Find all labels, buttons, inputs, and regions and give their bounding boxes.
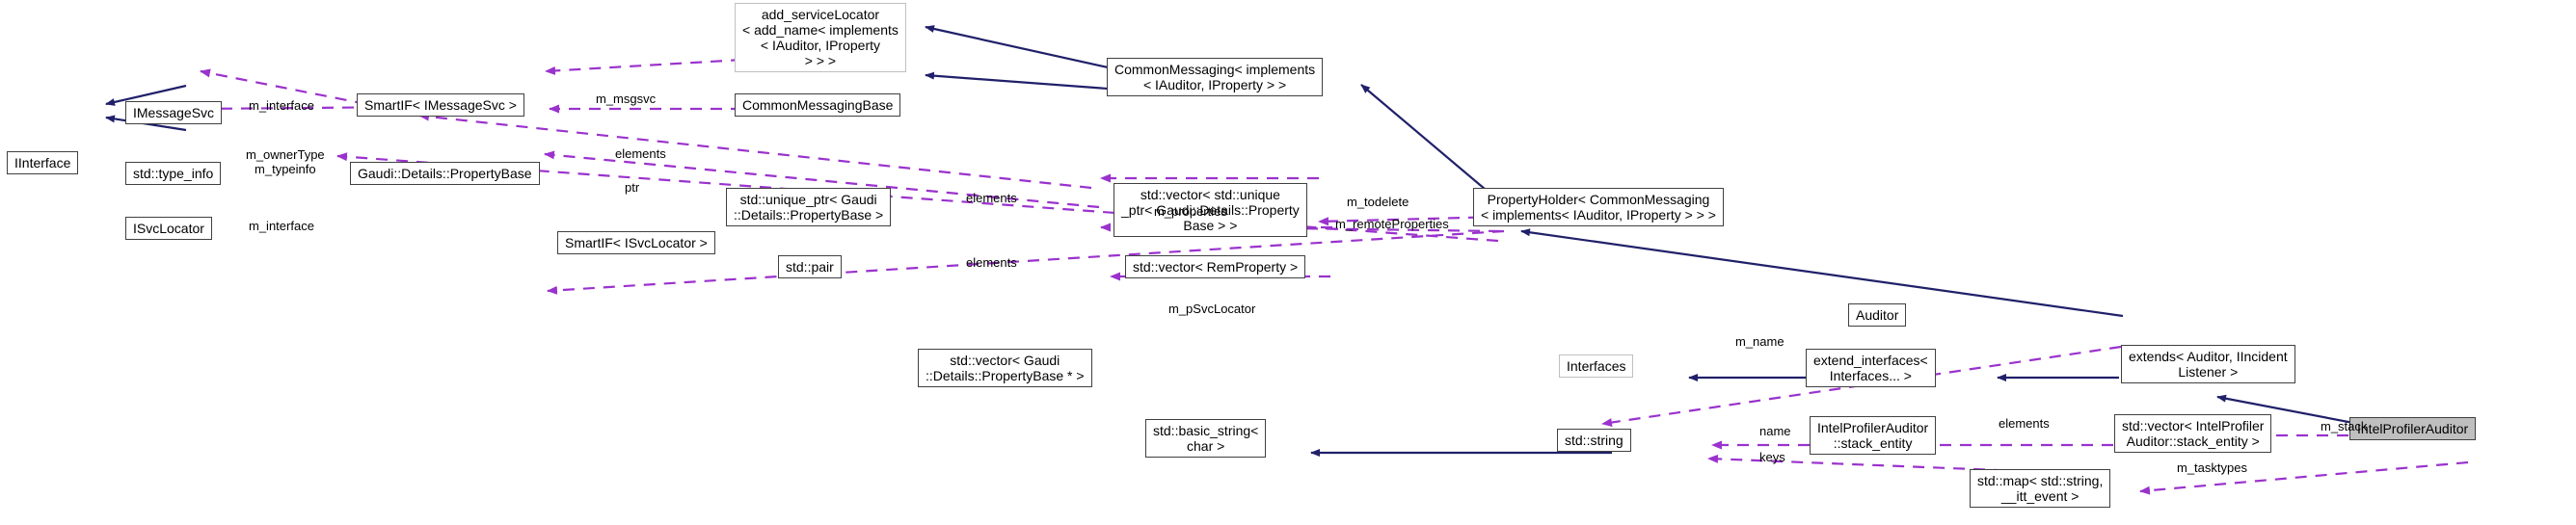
class-node-add_servicelocator[interactable]: add_serviceLocator < add_name< implement… [735, 3, 906, 72]
edge-label-l_m_interface_2: m_interface [249, 219, 314, 233]
collaboration-diagram: IInterface IMessageSvcstd::type_infoISvcL… [0, 0, 2576, 525]
class-node-stdstring[interactable]: std::string [1557, 429, 1631, 452]
class-node-propertyholder[interactable]: PropertyHolder< CommonMessaging < implem… [1473, 188, 1724, 226]
class-node-stduniqueptr_propbase[interactable]: std::unique_ptr< Gaudi ::Details::Proper… [726, 188, 892, 226]
edge-label-l_m_interface_1: m_interface [249, 98, 314, 113]
class-node-stdtypeinfo[interactable]: std::type_info [125, 162, 222, 185]
edge-label-l_m_stack: m_stack [2321, 419, 2368, 433]
edge-label-l_name: name [1759, 424, 1791, 438]
edge-label-l_m_psvclocator: m_pSvcLocator [1168, 302, 1256, 316]
edge-label-l_m_remoteprops: m_remoteProperties [1335, 217, 1449, 231]
class-node-isvclocator[interactable]: ISvcLocator [125, 217, 212, 240]
edge-label-l_keys: keys [1759, 450, 1785, 464]
class-node-stdvector_remproperty[interactable]: std::vector< RemProperty > [1125, 255, 1306, 278]
class-node-smartif_imsgsvc[interactable]: SmartIF< IMessageSvc > [357, 93, 524, 117]
edge-label-l_m_name: m_name [1735, 334, 1784, 349]
class-node-interfaces[interactable]: Interfaces [1559, 354, 1634, 378]
edge-label-l_elements_3: elements [966, 255, 1017, 270]
class-node-commonmessagingbase[interactable]: CommonMessagingBase [735, 93, 901, 117]
edge-label-l_m_msgsvc: m_msgsvc [596, 92, 657, 106]
edge-label-l_ptr: ptr [625, 180, 640, 195]
class-node-iinterface[interactable]: IInterface [7, 151, 79, 174]
edge-label-l_m_ownertype: m_ownerType m_typeinfo [246, 147, 325, 176]
edge-label-l_elements_1: elements [615, 146, 666, 161]
edge-label-l_m_tasktypes: m_tasktypes [2177, 460, 2247, 475]
class-node-smartif_isvcloc[interactable]: SmartIF< ISvcLocator > [557, 231, 715, 254]
class-node-imessagesvc[interactable]: IMessageSvc [125, 101, 223, 124]
edge-label-l_m_todelete: m_todelete [1347, 195, 1409, 209]
class-node-commonmessaging[interactable]: CommonMessaging< implements < IAuditor, … [1107, 58, 1324, 96]
class-node-stdpair[interactable]: std::pair [778, 255, 842, 278]
class-node-extend_interfaces[interactable]: extend_interfaces< Interfaces... > [1806, 349, 1936, 387]
edge-label-l_elements_4: elements [1999, 416, 2050, 431]
class-node-stdvector_stackentity[interactable]: std::vector< IntelProfiler Auditor::stac… [2114, 414, 2272, 453]
class-node-gaudi_propbase[interactable]: Gaudi::Details::PropertyBase [350, 162, 540, 185]
class-node-intelprofilerauditor[interactable]: IntelProfilerAuditor [2349, 417, 2477, 440]
class-node-stdvector_propbaseptr[interactable]: std::vector< Gaudi ::Details::PropertyBa… [918, 349, 1092, 387]
class-node-extends_auditor[interactable]: extends< Auditor, IIncident Listener > [2121, 345, 2295, 383]
class-node-ipa_stack_entity[interactable]: IntelProfilerAuditor ::stack_entity [1810, 416, 1937, 455]
class-node-auditor[interactable]: Auditor [1848, 303, 1907, 327]
edge-label-l_elements_2: elements [966, 191, 1017, 205]
class-node-stdmap_ittevent[interactable]: std::map< std::string, __itt_event > [1970, 469, 2111, 508]
class-node-stdbasic_string[interactable]: std::basic_string< char > [1145, 419, 1267, 458]
edge-label-l_m_properties: m_properties [1154, 204, 1227, 219]
